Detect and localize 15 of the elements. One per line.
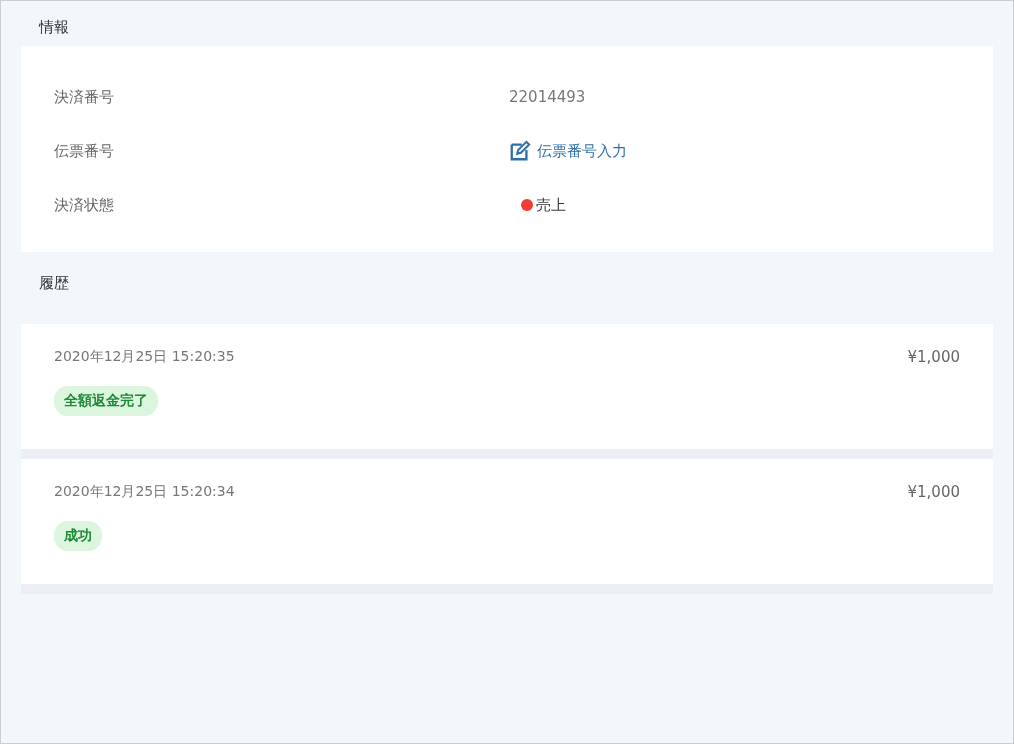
status-tag: 成功 <box>54 521 102 551</box>
field-value: 22014493 <box>509 88 586 106</box>
history-datetime: 2020年12月25日 15:20:35 <box>54 348 235 366</box>
edit-link[interactable]: 伝票番号入力 <box>509 140 627 162</box>
field-label: 決済番号 <box>54 87 115 107</box>
history-amount: ¥1,000 <box>907 483 960 501</box>
history-datetime: 2020年12月25日 15:20:34 <box>54 483 235 501</box>
status-tag: 全額返金完了 <box>54 386 158 416</box>
field-label: 伝票番号 <box>54 141 115 161</box>
status-text: 売上 <box>536 195 566 215</box>
section-title: 履歴 <box>38 273 70 294</box>
edit-icon <box>509 140 531 162</box>
history-amount: ¥1,000 <box>907 348 960 366</box>
field-label: 決済状態 <box>54 195 115 215</box>
section-title: 情報 <box>37 17 70 38</box>
